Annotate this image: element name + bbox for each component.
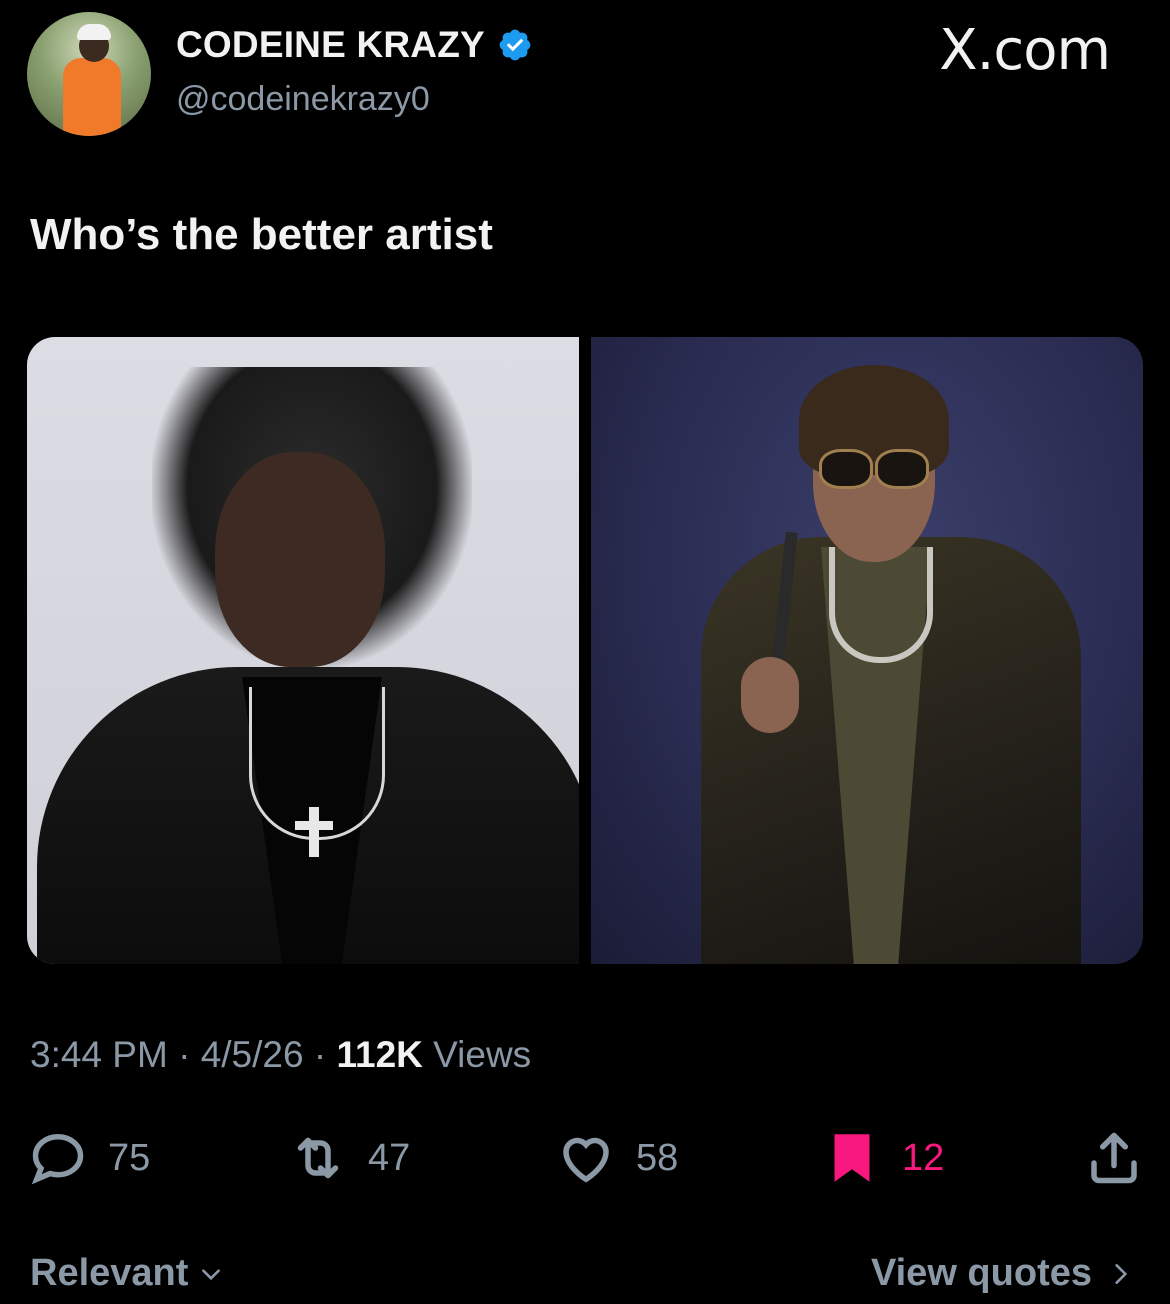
heart-icon [563, 1137, 609, 1183]
display-name[interactable]: CODEINE KRAZY [176, 24, 533, 66]
like-count: 58 [636, 1136, 679, 1179]
verified-badge-icon [499, 29, 531, 61]
display-name-text: CODEINE KRAZY [176, 24, 485, 65]
bookmark-icon [834, 1134, 870, 1182]
artist-portrait-right[interactable] [591, 337, 1143, 964]
reply-button[interactable]: 75 [28, 1128, 150, 1188]
view-quotes-link[interactable]: View quotes [871, 1252, 1134, 1295]
artist-portrait-left[interactable] [27, 337, 579, 964]
view-quotes-label: View quotes [870, 1252, 1092, 1294]
repost-icon [297, 1137, 339, 1179]
tweet-text: Who’s the better artist [30, 210, 493, 259]
bookmark-button[interactable]: 12 [822, 1128, 944, 1188]
views-count: 112K [336, 1034, 423, 1075]
sort-label: Relevant [30, 1252, 189, 1294]
repost-button[interactable]: 47 [288, 1128, 410, 1188]
share-button[interactable] [1084, 1128, 1144, 1188]
reply-icon [31, 1133, 84, 1185]
views-label: Views [433, 1034, 532, 1075]
tweet-date: 4/5/26 [200, 1034, 304, 1075]
repost-count: 47 [368, 1136, 411, 1179]
sort-dropdown[interactable]: Relevant [30, 1252, 224, 1295]
user-handle[interactable]: @codeinekrazy0 [176, 80, 430, 119]
site-watermark: X.com [939, 18, 1111, 83]
reply-count: 75 [108, 1136, 151, 1179]
chevron-right-icon [1115, 1263, 1128, 1284]
like-button[interactable]: 58 [556, 1128, 678, 1188]
avatar[interactable] [27, 12, 151, 136]
media-grid[interactable] [27, 337, 1143, 964]
share-icon [1091, 1132, 1137, 1184]
tweet-time: 3:44 PM [30, 1034, 168, 1075]
bookmark-count: 12 [902, 1136, 945, 1179]
chevron-down-icon [202, 1268, 221, 1280]
tweet-meta: 3:44 PM · 4/5/26 · 112K Views [30, 1034, 532, 1075]
